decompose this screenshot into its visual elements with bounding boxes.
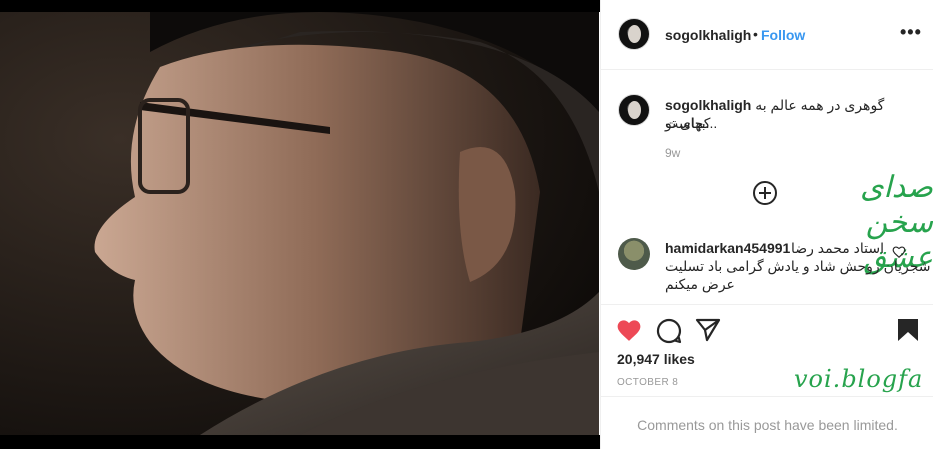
post-date[interactable]: OCTOBER 8 xyxy=(617,377,678,388)
action-bar xyxy=(601,304,933,354)
top-letterbox xyxy=(0,0,600,12)
author-username[interactable]: sogolkhaligh xyxy=(665,27,751,43)
separator-dot: • xyxy=(753,26,758,42)
comment-text-line2: شجریان روحش شاد و یادش گرامی باد تسلیت xyxy=(665,258,931,274)
author-avatar[interactable] xyxy=(618,18,650,50)
caption-text-line2: کجاست xyxy=(665,115,711,131)
post-header: sogolkhaligh • Follow ••• xyxy=(601,0,933,70)
watermark-blog: voi.blogfa xyxy=(794,365,924,393)
like-heart-icon[interactable] xyxy=(616,318,642,342)
bottom-letterbox xyxy=(0,435,600,449)
likes-count[interactable]: 20,947 likes xyxy=(617,351,695,367)
plus-circle-icon xyxy=(753,181,777,205)
comment-like-heart-icon[interactable] xyxy=(892,245,906,259)
commenter-username[interactable]: hamidarkan454991 xyxy=(665,240,790,256)
commenter-avatar[interactable] xyxy=(618,238,650,270)
caption-username[interactable]: sogolkhaligh xyxy=(665,97,751,113)
post-image[interactable] xyxy=(0,12,599,435)
post-side-panel: sogolkhaligh • Follow ••• sogolkhaligh گ… xyxy=(600,0,933,449)
comment-bubble-icon[interactable] xyxy=(656,318,682,344)
comment-text-line1: استاد محمد رضا xyxy=(791,240,885,256)
save-bookmark-icon[interactable] xyxy=(897,318,919,342)
follow-button[interactable]: Follow xyxy=(761,27,805,43)
share-send-icon[interactable] xyxy=(695,318,721,342)
caption-time[interactable]: 9w xyxy=(665,146,680,160)
more-options-icon[interactable]: ••• xyxy=(900,22,922,43)
comments-limited-notice: Comments on this post have been limited. xyxy=(601,396,933,449)
portrait-photo xyxy=(0,12,599,435)
comment-text-line3: عرض میکنم xyxy=(665,276,735,292)
caption-avatar[interactable] xyxy=(618,94,650,126)
